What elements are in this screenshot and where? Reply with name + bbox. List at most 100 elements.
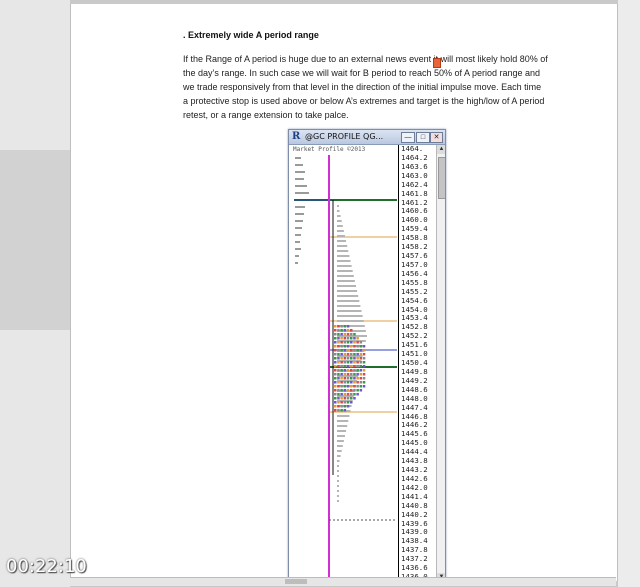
tpo-block [337, 369, 340, 372]
tpo-block [353, 393, 356, 396]
tpo-block [346, 401, 350, 404]
tpo-block [359, 357, 363, 360]
profile-bar [337, 500, 339, 502]
price-tick-label: 1448.6 [401, 384, 428, 394]
tpo-block [340, 337, 343, 340]
price-tick-label: 1463.0 [401, 170, 428, 180]
horizontal-scrollbar[interactable] [70, 577, 616, 586]
tpo-block [346, 333, 350, 336]
tpo-block [362, 353, 366, 356]
window-title: @GC PROFILE QG... [305, 132, 384, 141]
tpo-block [350, 329, 353, 332]
tpo-block [346, 329, 350, 332]
price-tick-label: 1457.0 [401, 259, 428, 269]
profile-bar [337, 385, 356, 387]
tpo-block [359, 349, 363, 352]
profile-bar [337, 225, 343, 227]
tpo-block [362, 369, 366, 372]
tpo-block [343, 397, 347, 400]
tpo-block [346, 349, 350, 352]
tpo-block [334, 385, 337, 388]
price-tick-label: 1440.8 [401, 500, 428, 510]
profile-bar [295, 255, 299, 257]
tpo-block [343, 325, 347, 328]
market-profile-plot[interactable]: Market Profile ©2013 [289, 145, 397, 582]
desktop-left-margin [0, 0, 70, 587]
price-tick-label: 1438.4 [401, 536, 428, 546]
tpo-block [334, 333, 337, 336]
video-timestamp: 00:22:10 [6, 556, 87, 577]
tpo-block [337, 385, 340, 388]
profile-bar [295, 248, 301, 250]
price-axis: 1464. 1464.2 1463.6 1463.0 1462.4 1461.8 1461.… [398, 145, 436, 582]
tpo-block [343, 333, 347, 336]
tpo-block [346, 365, 350, 368]
tpo-block [346, 397, 350, 400]
profile-bar [337, 265, 352, 267]
chart-header-text: Market Profile ©2013 [293, 146, 366, 153]
price-tick-label: 1450.4 [401, 358, 428, 368]
tpo-block [340, 357, 343, 360]
profile-bar [337, 210, 340, 212]
tpo-block [353, 345, 356, 348]
tpo-block [362, 385, 366, 388]
maximize-button[interactable]: □ [416, 132, 430, 143]
profile-bar [337, 280, 355, 282]
tpo-block [350, 385, 353, 388]
tpo-block [334, 405, 337, 408]
profile-bar [337, 415, 350, 417]
tpo-block [343, 365, 347, 368]
price-tick-label: 1459.4 [401, 224, 428, 234]
tpo-block [334, 389, 337, 392]
price-tick-label: 1461.2 [401, 197, 428, 207]
price-tick-label: 1443.8 [401, 456, 428, 466]
profile-bar [337, 480, 339, 482]
price-tick-label: 1461.8 [401, 188, 428, 198]
tpo-block [334, 373, 337, 376]
scroll-thumb[interactable] [438, 157, 445, 199]
tpo-block [346, 381, 350, 384]
tpo-block [337, 325, 340, 328]
tpo-block [346, 373, 350, 376]
window-titlebar[interactable]: R @GC PROFILE QG... — □ ✕ [289, 130, 445, 145]
tpo-block [346, 325, 350, 328]
tpo-block [346, 369, 350, 372]
scroll-up-icon[interactable]: ▲ [437, 145, 445, 154]
tpo-block [343, 405, 347, 408]
tpo-block [356, 353, 359, 356]
tpo-block [356, 369, 359, 372]
price-tick-label: 1437.8 [401, 545, 428, 555]
minimize-button[interactable]: — [401, 132, 415, 143]
tpo-block [337, 377, 340, 380]
tpo-block [343, 353, 347, 356]
close-button[interactable]: ✕ [430, 132, 443, 143]
tpo-block [346, 385, 350, 388]
profile-bar [337, 285, 356, 287]
profile-bar [337, 300, 360, 302]
tpo-block [356, 337, 359, 340]
hscroll-thumb[interactable] [285, 579, 307, 584]
tpo-block [340, 377, 343, 380]
price-tick-label: 1458.2 [401, 242, 428, 252]
chart-window[interactable]: R @GC PROFILE QG... — □ ✕ Market Profile… [288, 129, 446, 583]
profile-bar [337, 245, 348, 247]
profile-bar [295, 192, 309, 194]
vertical-scrollbar[interactable]: ▲ ▼ [436, 145, 445, 582]
tpo-block [353, 397, 356, 400]
tpo-block [350, 373, 353, 376]
tpo-block [340, 365, 343, 368]
price-tick-label: 1445.0 [401, 438, 428, 448]
paragraph-line: a protective stop is used above or below… [183, 96, 545, 106]
profile-bar [337, 275, 354, 277]
profile-bar [295, 171, 305, 173]
profile-bar [295, 185, 307, 187]
price-tick-label: 1454.0 [401, 304, 428, 314]
price-tick-label: 1447.4 [401, 402, 428, 412]
tpo-block [350, 361, 353, 364]
price-tick-label: 1456.4 [401, 268, 428, 278]
tpo-block [359, 381, 363, 384]
paragraph-line: retest, or a range extension to take pal… [183, 110, 349, 120]
section-heading: . Extremely wide A period range [183, 30, 319, 40]
tpo-block [346, 393, 350, 396]
tpo-block [356, 381, 359, 384]
